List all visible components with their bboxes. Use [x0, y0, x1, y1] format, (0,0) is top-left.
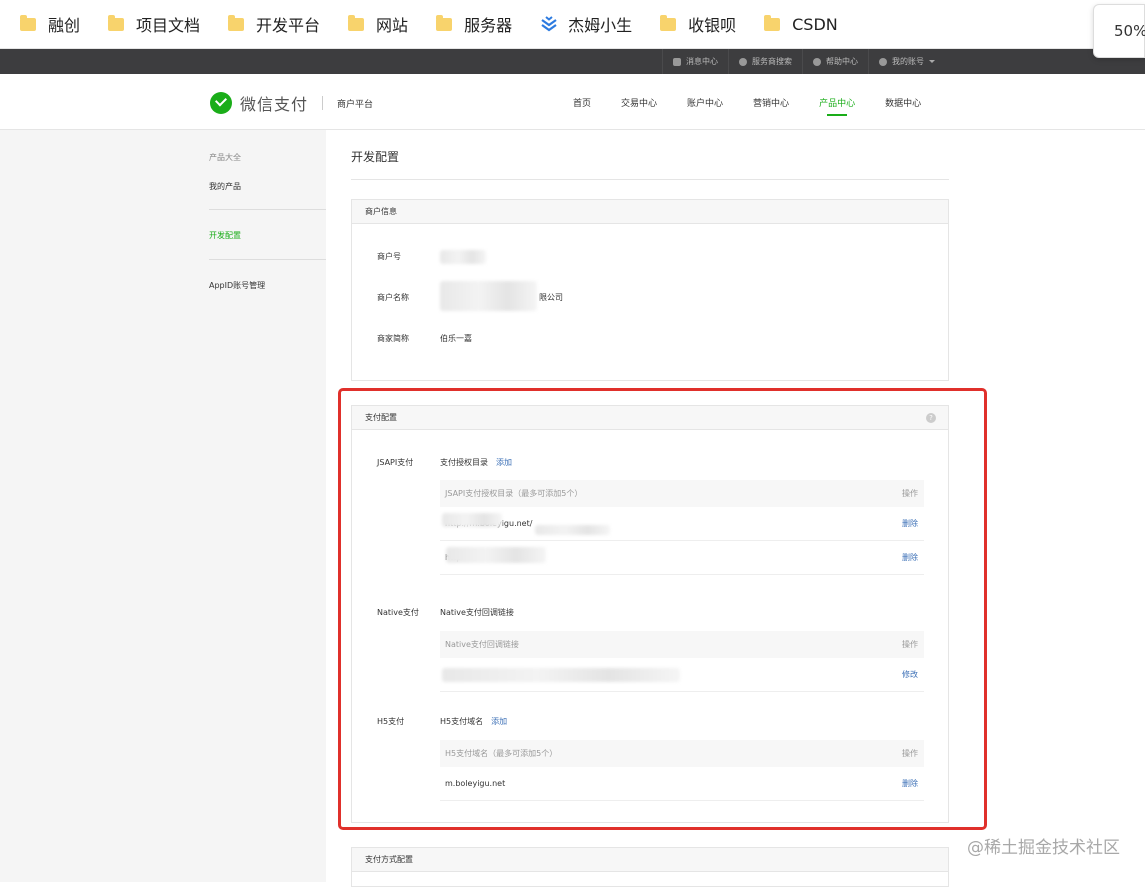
wechat-pay-icon [210, 92, 232, 114]
watermark: @稀土掘金技术社区 [967, 833, 1120, 858]
bookmark-dev-platform[interactable]: 开发平台 [228, 12, 320, 36]
nav-data-center[interactable]: 数据中心 [885, 74, 921, 130]
merchant-short-name-label: 商家简称 [377, 333, 409, 344]
panel-header: 支付方式配置 [352, 848, 948, 872]
bookmarks-bar: 融创 项目文档 开发平台 网站 服务器 杰姆小生 收银呗 CSDN [0, 0, 1145, 49]
logo-divider [322, 96, 323, 110]
bookmark-project-docs[interactable]: 项目文档 [108, 12, 200, 36]
nav-trade-center[interactable]: 交易中心 [621, 74, 657, 130]
merchant-id-label: 商户号 [377, 251, 401, 262]
sidebar-divider [209, 209, 326, 210]
bookmark-label: 杰姆小生 [568, 12, 632, 36]
main-nav: 首页 交易中心 账户中心 营销中心 产品中心 数据中心 [573, 74, 951, 130]
folder-icon [228, 18, 244, 31]
user-icon [879, 58, 887, 66]
folder-icon [20, 18, 36, 31]
payment-method-panel: 支付方式配置 [351, 847, 949, 887]
folder-icon [660, 18, 676, 31]
sidebar-item-appid-management[interactable]: AppID账号管理 [209, 280, 265, 291]
folder-icon [348, 18, 364, 31]
bookmark-label: CSDN [792, 15, 838, 34]
help-center-link[interactable]: 帮助中心 [802, 49, 868, 74]
page-title: 开发配置 [351, 148, 399, 165]
message-center-link[interactable]: 消息中心 [662, 49, 728, 74]
merchant-id-redacted [440, 250, 486, 264]
bookmark-csdn[interactable]: CSDN [764, 15, 838, 34]
bookmark-shouyinbei[interactable]: 收银呗 [660, 12, 736, 36]
wechat-pay-logo[interactable]: 微信支付 商户平台 [210, 91, 373, 115]
platform-subtitle: 商户平台 [337, 97, 373, 110]
nav-product-center[interactable]: 产品中心 [819, 74, 855, 130]
nav-home[interactable]: 首页 [573, 74, 591, 130]
merchant-short-name-value: 伯乐一嘉 [440, 333, 472, 344]
gear-icon [739, 58, 747, 66]
bookmark-jiemu[interactable]: 杰姆小生 [540, 12, 632, 36]
bookmark-servers[interactable]: 服务器 [436, 12, 512, 36]
top-utility-bar: 消息中心 服务商搜索 帮助中心 我的账号 [0, 49, 1145, 74]
nav-marketing-center[interactable]: 营销中心 [753, 74, 789, 130]
folder-icon [108, 18, 124, 31]
bookmark-label: 开发平台 [256, 12, 320, 36]
provider-search-link[interactable]: 服务商搜索 [728, 49, 802, 74]
sidebar-item-my-products[interactable]: 我的产品 [209, 181, 241, 192]
panel-header: 商户信息 [352, 200, 948, 224]
merchant-name-redacted [440, 281, 537, 311]
merchant-name-value: 限公司 [539, 292, 563, 303]
bookmark-label: 融创 [48, 12, 80, 36]
jm-icon [540, 16, 558, 32]
chevron-down-icon [929, 60, 935, 63]
bookmark-label: 服务器 [464, 12, 512, 36]
bookmark-websites[interactable]: 网站 [348, 12, 408, 36]
sidebar-item-dev-config[interactable]: 开发配置 [209, 230, 241, 241]
bookmark-rongchuang[interactable]: 融创 [20, 12, 80, 36]
zoom-indicator: 50% [1093, 4, 1145, 58]
title-divider [351, 179, 949, 180]
folder-icon [436, 18, 452, 31]
nav-account-center[interactable]: 账户中心 [687, 74, 723, 130]
help-icon [813, 58, 821, 66]
mail-icon [673, 58, 681, 66]
site-header: 微信支付 商户平台 首页 交易中心 账户中心 营销中心 产品中心 数据中心 [0, 74, 1145, 130]
highlight-annotation-box [338, 388, 987, 830]
my-account-menu[interactable]: 我的账号 [868, 49, 945, 74]
merchant-name-label: 商户名称 [377, 292, 409, 303]
sidebar-divider [209, 259, 326, 260]
folder-icon [764, 18, 780, 31]
sidebar-group-title: 产品大全 [209, 152, 241, 163]
bookmark-label: 项目文档 [136, 12, 200, 36]
left-sidebar [0, 130, 326, 882]
logo-text: 微信支付 [240, 91, 308, 115]
bookmark-label: 收银呗 [688, 12, 736, 36]
bookmark-label: 网站 [376, 12, 408, 36]
